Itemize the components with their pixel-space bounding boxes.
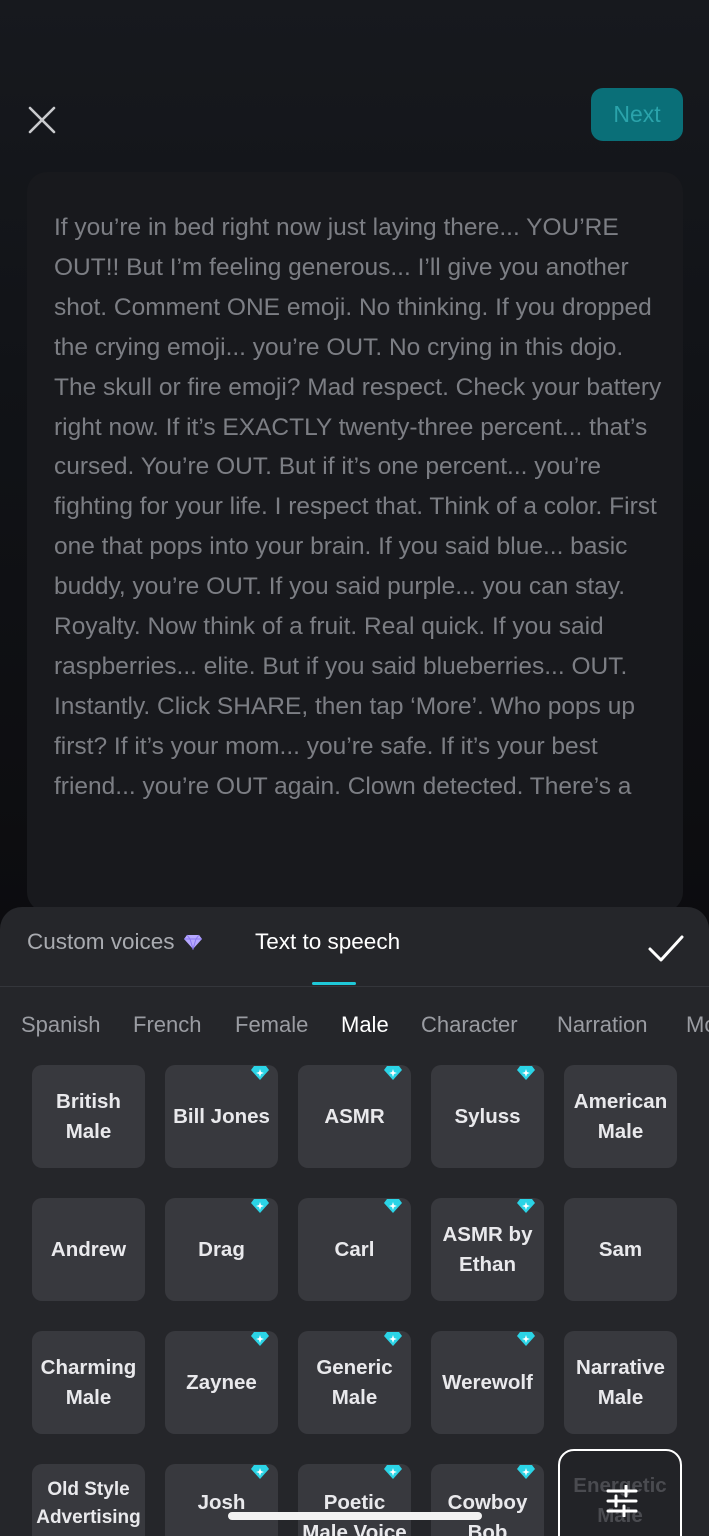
voice-tile-label: Andrew <box>50 1237 127 1261</box>
voice-tile-label: Carl <box>334 1237 375 1261</box>
premium-diamond-icon <box>384 1199 402 1213</box>
close-button[interactable] <box>26 104 58 136</box>
premium-diamond-icon <box>517 1199 535 1213</box>
voice-tile[interactable]: Carl <box>298 1198 411 1301</box>
voice-tile[interactable]: Josh <box>165 1464 278 1536</box>
voice-grid: British Male Bill Jones ASMR Syluss American… <box>0 907 709 1536</box>
home-indicator <box>228 1512 482 1520</box>
voice-settings-button[interactable]: Energetic Male <box>558 1449 682 1536</box>
voice-tile[interactable]: Werewolf <box>431 1331 544 1434</box>
next-button[interactable]: Next <box>591 88 683 141</box>
voice-panel: Custom voices Text to speech Spanish Fre… <box>0 907 709 1536</box>
voice-tile[interactable]: Old Style Advertising Male <box>32 1464 145 1536</box>
voice-tile-label: ASMR <box>324 1104 385 1128</box>
voice-tile[interactable]: Charming Male <box>32 1331 145 1434</box>
premium-diamond-icon <box>251 1199 269 1213</box>
premium-diamond-icon <box>517 1332 535 1346</box>
voice-tile[interactable]: Andrew <box>32 1198 145 1301</box>
premium-diamond-icon <box>384 1066 402 1080</box>
voice-tile[interactable]: ASMR by Ethan <box>431 1198 544 1301</box>
voice-tile[interactable]: Sam <box>564 1198 677 1301</box>
close-icon <box>28 106 56 134</box>
premium-diamond-icon <box>517 1465 535 1479</box>
voice-tile[interactable]: British Male <box>32 1065 145 1168</box>
premium-diamond-icon <box>251 1465 269 1479</box>
premium-diamond-icon <box>251 1332 269 1346</box>
voice-tile-label: Drag <box>198 1237 245 1261</box>
voice-tile-label: Generic Male <box>316 1355 393 1409</box>
voice-tile[interactable]: Syluss <box>431 1065 544 1168</box>
voice-tile-label: British Male <box>56 1089 121 1143</box>
voice-tile-label: ASMR by Ethan <box>442 1222 533 1276</box>
sliders-icon <box>606 1485 638 1517</box>
voice-tile[interactable]: Poetic Male Voice <box>298 1464 411 1536</box>
voice-tile-label: American Male <box>573 1089 668 1143</box>
premium-diamond-icon <box>384 1332 402 1346</box>
voice-tile[interactable]: Cowboy Bob <box>431 1464 544 1536</box>
voice-tile[interactable]: Narrative Male <box>564 1331 677 1434</box>
premium-diamond-icon <box>384 1465 402 1479</box>
voice-tile-label: Old Style Advertising Male <box>36 1479 141 1536</box>
voice-tile-label: Bill Jones <box>173 1104 270 1128</box>
voice-tile-label: Syluss <box>454 1104 521 1128</box>
voice-tile-label: Narrative Male <box>576 1355 665 1409</box>
voice-tile[interactable]: Zaynee <box>165 1331 278 1434</box>
voice-tile[interactable]: Drag <box>165 1198 278 1301</box>
script-text[interactable]: If you’re in bed right now just laying t… <box>54 208 664 807</box>
voice-tile[interactable]: Bill Jones <box>165 1065 278 1168</box>
voice-tile[interactable]: American Male <box>564 1065 677 1168</box>
voice-tile[interactable]: Generic Male <box>298 1331 411 1434</box>
premium-diamond-icon <box>517 1066 535 1080</box>
voice-tile-label: Zaynee <box>186 1370 257 1394</box>
voice-tile-label: Werewolf <box>442 1370 533 1394</box>
voice-tile[interactable]: ASMR <box>298 1065 411 1168</box>
script-text-card[interactable]: If you’re in bed right now just laying t… <box>27 172 683 912</box>
premium-diamond-icon <box>251 1066 269 1080</box>
voice-tile-label: Charming Male <box>40 1355 137 1409</box>
voice-tile-label: Sam <box>598 1237 643 1261</box>
